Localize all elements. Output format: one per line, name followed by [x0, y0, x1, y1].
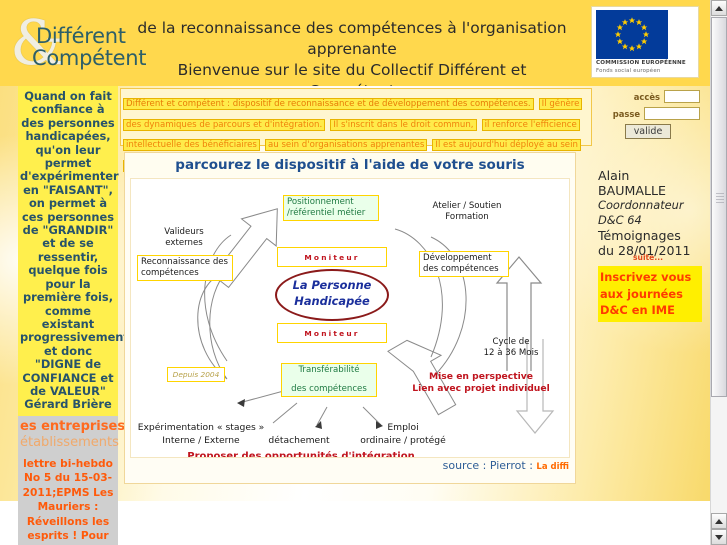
acces-input[interactable] — [664, 90, 700, 103]
source-credit: source : Pierrot : La diffi — [443, 459, 569, 472]
right-sidebar: accès passe valide Alain BAUMALLE Coordo… — [596, 86, 702, 506]
diagram-label-reconnaissance[interactable]: Reconnaissance des compétences — [137, 255, 233, 281]
triangle-up-icon-bottom — [715, 518, 723, 524]
experimentation-line-1: Expérimentation « stages » — [137, 422, 265, 433]
site-header: & Différent Compétent de la reconnaissan… — [0, 0, 711, 142]
moniteur-bottom-text: Moniteur — [304, 328, 360, 338]
diagram-label-experimentation: Expérimentation « stages » Interne / Ext… — [137, 421, 265, 447]
intro-description: Différent et compétent : dispositif de r… — [120, 88, 592, 172]
moniteur-top-text: Moniteur — [304, 252, 360, 262]
sidebar-entreprises-line-1: es entreprises — [20, 418, 126, 434]
vertical-scrollbar[interactable] — [710, 0, 727, 545]
person-line-1: La Personne — [292, 278, 372, 292]
source-link[interactable]: La diffi — [536, 462, 569, 472]
promo-line-3: D&C en IME — [600, 303, 675, 317]
transferabilite-line-1: Transférabilité — [298, 365, 360, 375]
passe-row: passe — [596, 107, 700, 120]
testimonial-type: Témoignages — [598, 228, 681, 243]
triangle-down-icon — [715, 534, 723, 540]
diagram-label-emploi: Emploi ordinaire / protégé — [347, 421, 459, 447]
site-logo[interactable]: & Différent Compétent — [8, 8, 147, 80]
scrollbar-thumb[interactable] — [711, 17, 727, 397]
testimonial-role-1: Coordonnateur — [598, 198, 684, 212]
page-body: Quand on fait confiance à des personnes … — [0, 86, 711, 545]
sidebar-entreprises-block[interactable]: es entreprises établissements lettre bi-… — [18, 415, 126, 545]
diagram-label-positionnement[interactable]: Positionnement /référentiel métier — [283, 195, 379, 221]
diagram-label-detachement: détachement — [268, 435, 330, 446]
sidebar-quote: Quand on fait confiance à des personnes … — [18, 86, 129, 416]
diagram-label-depuis[interactable]: Depuis 2004 — [167, 367, 225, 382]
tagline-line-1: de la reconnaissance des compétences à l… — [137, 19, 567, 58]
logo-line-2: Compétent — [32, 46, 147, 70]
scroll-up-button[interactable] — [711, 0, 727, 16]
intro-segment-1[interactable]: Différent et compétent : dispositif de r… — [123, 98, 534, 110]
testimonial-role-2: D&C 64 — [598, 213, 642, 227]
cycle-line-1: Cycle de — [492, 337, 530, 347]
intro-segment-3[interactable]: Il s'inscrit dans le droit commun, — [330, 118, 477, 131]
triangle-up-icon — [715, 5, 723, 11]
promo-line-2: aux journées — [600, 286, 683, 301]
eu-caption-line-2: Fonds social européen — [596, 68, 661, 74]
testimonial-more-link[interactable]: suite... — [598, 253, 698, 262]
mise-line-2: Lien avec projet individuel — [412, 383, 550, 394]
emploi-line-1: Emploi — [387, 422, 419, 433]
diagram-label-moniteur-top[interactable]: Moniteur — [277, 247, 387, 267]
main-content: Différent et compétent : dispositif de r… — [120, 88, 592, 504]
diagram-label-proposer: Proposer des opportunités d'intégration — [187, 451, 415, 458]
cycle-line-2: 12 à 36 Mois — [483, 348, 539, 358]
experimentation-line-2: Interne / Externe — [162, 435, 240, 446]
diagram-label-mise-en-perspective: Mise en perspective Lien avec projet ind… — [401, 371, 561, 395]
passe-label: passe — [612, 108, 640, 119]
testimonial-name-1: Alain — [598, 168, 630, 183]
eu-commission-logo: COMMISSION EUROPÉENNE Fonds social europ… — [591, 6, 699, 78]
logo-line-1: Différent — [36, 24, 126, 48]
page-root: & Différent Compétent de la reconnaissan… — [0, 0, 711, 545]
valide-button[interactable]: valide — [624, 124, 672, 139]
testimonial-block[interactable]: Alain BAUMALLE Coordonnateur D&C 64 Témo… — [598, 168, 698, 258]
source-prefix: source : Pierrot : — [442, 459, 537, 472]
eu-stars-icon — [614, 17, 650, 52]
scroll-down-button[interactable] — [711, 529, 727, 545]
mise-line-1: Mise en perspective — [429, 371, 533, 382]
scroll-up-button-bottom[interactable] — [711, 513, 727, 529]
passe-input[interactable] — [644, 107, 700, 120]
diagram-panel: parcourez le dispositif à l'aide de votr… — [124, 152, 576, 484]
eu-caption-line-1: COMMISSION EUROPÉENNE — [596, 60, 686, 66]
emploi-line-2: ordinaire / protégé — [360, 435, 446, 446]
acces-row: accès — [596, 90, 700, 103]
diagram-label-cycle: Cycle de 12 à 36 Mois — [475, 337, 547, 359]
promo-banner[interactable]: Inscrivez vous aux journées D&C en IME — [598, 266, 702, 322]
login-form: accès passe valide — [596, 90, 700, 152]
intro-segment-5[interactable]: au sein d'organisations apprenantes — [265, 139, 428, 152]
acces-label: accès — [633, 91, 660, 102]
transferabilite-line-2: des compétences — [291, 384, 367, 394]
testimonial-name-2: BAUMALLE — [598, 183, 666, 198]
diagram-title: parcourez le dispositif à l'aide de votr… — [125, 153, 575, 177]
diagram-label-developpement[interactable]: Développement des compétences — [419, 251, 509, 277]
diagram-label-valideurs: Valideurs externes — [164, 227, 204, 248]
diagram-label-moniteur-bottom[interactable]: Moniteur — [277, 323, 387, 343]
sidebar-entreprises-line-2: établissements — [20, 434, 119, 450]
diagram-label-atelier: Atelier / Soutien Formation — [432, 201, 502, 222]
diagram-person-ellipse[interactable]: La Personne Handicapée — [275, 269, 389, 321]
person-line-2: Handicapée — [294, 294, 370, 308]
diagram-label-transferabilite[interactable]: Transférabilité des compétences — [281, 363, 377, 397]
promo-line-1: Inscrivez vous — [600, 270, 692, 284]
eu-flag-icon — [596, 10, 668, 59]
diagram-canvas[interactable]: Valideurs externes Reconnaissance des co… — [130, 178, 570, 458]
left-sidebar: Quand on fait confiance à des personnes … — [18, 86, 129, 545]
scrollbar-grip-icon — [716, 193, 724, 205]
sidebar-newsletter-link[interactable]: lettre bi-hebdo No 5 du 15-03-2011;EPMS … — [20, 451, 116, 545]
